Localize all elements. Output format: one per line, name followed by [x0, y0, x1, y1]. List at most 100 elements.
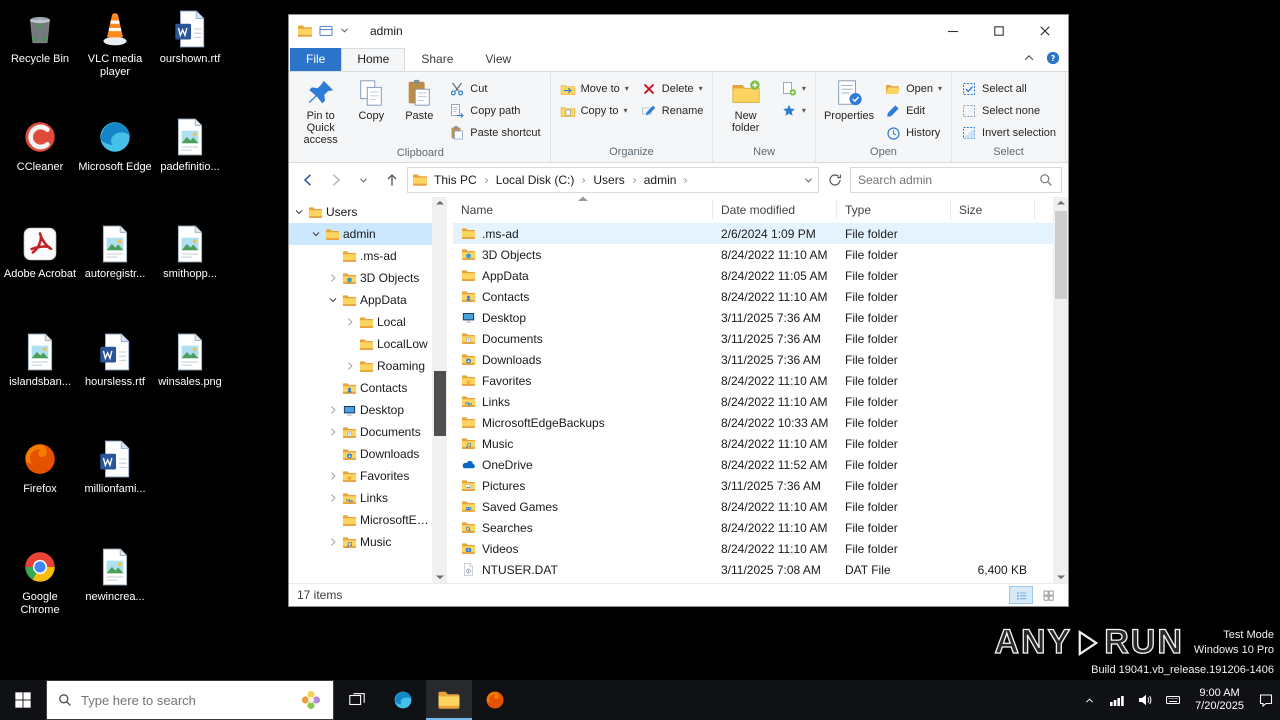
desktop-icon-ourshown-rtf[interactable]: ourshown.rtf — [153, 8, 227, 66]
tree-expander-icon[interactable] — [327, 470, 339, 482]
tree-item-microsoftedgebackups[interactable]: MicrosoftEdgeBackups — [289, 509, 432, 531]
desktop-icon-padefinitio[interactable]: padefinitio... — [153, 116, 227, 174]
file-row-favorites[interactable]: Favorites8/24/2022 11:10 AMFile folder — [453, 370, 1053, 391]
taskbar-edge-button[interactable] — [380, 680, 426, 720]
tree-expander-icon[interactable] — [327, 404, 339, 416]
recent-locations-button[interactable] — [351, 168, 376, 192]
customize-quick-access-icon[interactable] — [339, 25, 350, 36]
file-row-searches[interactable]: Searches8/24/2022 11:10 AMFile folder — [453, 517, 1053, 538]
navigation-scrollbar-thumb[interactable] — [434, 371, 446, 437]
desktop-icon-millionfami[interactable]: millionfami... — [78, 438, 152, 496]
file-row-downloads[interactable]: Downloads3/11/2025 7:36 AMFile folder — [453, 349, 1053, 370]
quick-access-toolbar-icon[interactable] — [318, 23, 334, 39]
titlebar[interactable]: admin — [289, 15, 1068, 46]
notification-center-button[interactable] — [1252, 680, 1280, 720]
scroll-up-icon[interactable] — [1057, 200, 1065, 205]
minimize-button[interactable] — [930, 15, 976, 46]
column-header-size[interactable]: Size — [951, 200, 1035, 220]
up-button[interactable] — [379, 168, 404, 192]
paste-shortcut-button[interactable]: Paste shortcut — [444, 122, 545, 143]
scroll-up-icon[interactable] — [436, 200, 444, 205]
file-row-appdata[interactable]: AppData8/24/2022 11:05 AMFile folder — [453, 265, 1053, 286]
tab-share[interactable]: Share — [405, 48, 469, 71]
file-row-documents[interactable]: Documents3/11/2025 7:36 AMFile folder — [453, 328, 1053, 349]
cut-button[interactable]: Cut — [444, 78, 545, 99]
minimize-ribbon-icon[interactable] — [1022, 51, 1036, 65]
file-row-contacts[interactable]: Contacts8/24/2022 11:10 AMFile folder — [453, 286, 1053, 307]
forward-button[interactable] — [323, 168, 348, 192]
tree-item-links[interactable]: Links — [289, 487, 432, 509]
taskbar-search-input[interactable] — [81, 693, 291, 708]
taskbar-search[interactable] — [46, 680, 334, 720]
tree-expander-icon[interactable] — [327, 426, 339, 438]
desktop-icon-smithopp[interactable]: smithopp... — [153, 223, 227, 281]
file-row-saved-games[interactable]: Saved Games8/24/2022 11:10 AMFile folder — [453, 496, 1053, 517]
desktop-icon-vlc-media-player[interactable]: VLC media player — [78, 8, 152, 79]
delete-button[interactable]: Delete▾ — [636, 78, 709, 99]
tree-item-users[interactable]: Users — [289, 201, 432, 223]
back-button[interactable] — [295, 168, 320, 192]
tree-item-desktop[interactable]: Desktop — [289, 399, 432, 421]
column-header-name[interactable]: Name — [453, 200, 713, 220]
invert-selection-button[interactable]: Invert selection — [956, 122, 1061, 143]
breadcrumb-separator-icon[interactable] — [579, 175, 588, 186]
tree-item-3d-objects[interactable]: 3D Objects — [289, 267, 432, 289]
network-button[interactable] — [1103, 680, 1131, 720]
desktop-icon-recycle-bin[interactable]: Recycle Bin — [3, 8, 77, 66]
desktop-icon-adobe-acrobat[interactable]: Adobe Acrobat — [3, 223, 77, 281]
volume-button[interactable] — [1131, 680, 1159, 720]
column-header-date-modified[interactable]: Date modified — [713, 200, 837, 220]
desktop-icon-islandsban[interactable]: islandsban... — [3, 331, 77, 389]
tree-expander-icon[interactable] — [327, 492, 339, 504]
file-row-links[interactable]: Links8/24/2022 11:10 AMFile folder — [453, 391, 1053, 412]
tree-expander-icon[interactable] — [344, 360, 356, 372]
file-row-pictures[interactable]: Pictures3/11/2025 7:36 AMFile folder — [453, 475, 1053, 496]
file-row-3d-objects[interactable]: 3D Objects8/24/2022 11:10 AMFile folder — [453, 244, 1053, 265]
start-button[interactable] — [0, 680, 46, 720]
input-indicator-button[interactable] — [1159, 680, 1187, 720]
open-button[interactable]: Open▾ — [880, 78, 947, 99]
select-none-button[interactable]: Select none — [956, 100, 1061, 121]
desktop-icon-ccleaner[interactable]: CCleaner — [3, 116, 77, 174]
breadcrumb-local-disk-c[interactable]: Local Disk (C:) — [491, 173, 580, 187]
tab-file[interactable]: File — [290, 48, 341, 71]
file-row-desktop[interactable]: Desktop3/11/2025 7:36 AMFile folder — [453, 307, 1053, 328]
task-view-button[interactable] — [334, 680, 380, 720]
address-dropdown-icon[interactable] — [803, 175, 814, 186]
file-row-ms-ad[interactable]: .ms-ad2/6/2024 1:09 PMFile folder — [453, 223, 1053, 244]
tree-item-downloads[interactable]: Downloads — [289, 443, 432, 465]
explorer-search-input[interactable] — [858, 173, 1032, 187]
breadcrumb-users[interactable]: Users — [588, 173, 629, 187]
copy-button[interactable]: Copy — [348, 75, 394, 146]
desktop-icon-hoursless-rtf[interactable]: hoursless.rtf — [78, 331, 152, 389]
taskbar-clock[interactable]: 9:00 AM 7/20/2025 — [1187, 687, 1252, 713]
search-highlight-icon[interactable] — [299, 688, 323, 712]
taskbar-firefox-button[interactable] — [472, 680, 518, 720]
desktop-icon-firefox[interactable]: Firefox — [3, 438, 77, 496]
tab-home[interactable]: Home — [341, 48, 405, 71]
desktop-icon-winsales-png[interactable]: winsales.png — [153, 331, 227, 389]
tree-expander-icon[interactable] — [344, 316, 356, 328]
rename-button[interactable]: Rename — [636, 100, 709, 121]
pin-to-quick-access-button[interactable]: Pin to Quick access — [295, 75, 346, 146]
address-bar[interactable]: This PCLocal Disk (C:)Usersadmin — [407, 167, 819, 193]
copy-path-button[interactable]: Copy path — [444, 100, 545, 121]
taskbar-explorer-button[interactable] — [426, 680, 472, 720]
help-icon[interactable]: ? — [1046, 51, 1060, 65]
tree-item-documents[interactable]: Documents — [289, 421, 432, 443]
tree-item-favorites[interactable]: Favorites — [289, 465, 432, 487]
tree-item-music[interactable]: Music — [289, 531, 432, 553]
explorer-search[interactable] — [850, 167, 1062, 193]
file-list-scrollbar[interactable] — [1053, 197, 1068, 583]
file-row-music[interactable]: Music8/24/2022 11:10 AMFile folder — [453, 433, 1053, 454]
tab-view[interactable]: View — [469, 48, 527, 71]
maximize-button[interactable] — [976, 15, 1022, 46]
file-row-videos[interactable]: Videos8/24/2022 11:10 AMFile folder — [453, 538, 1053, 559]
column-header-type[interactable]: Type — [837, 200, 951, 220]
tree-item-appdata[interactable]: AppData — [289, 289, 432, 311]
tree-item-roaming[interactable]: Roaming — [289, 355, 432, 377]
new-folder-button[interactable]: New folder — [717, 75, 774, 145]
navigation-scrollbar[interactable] — [432, 197, 447, 583]
desktop-icon-microsoft-edge[interactable]: Microsoft Edge — [78, 116, 152, 174]
history-button[interactable]: History — [880, 122, 947, 143]
